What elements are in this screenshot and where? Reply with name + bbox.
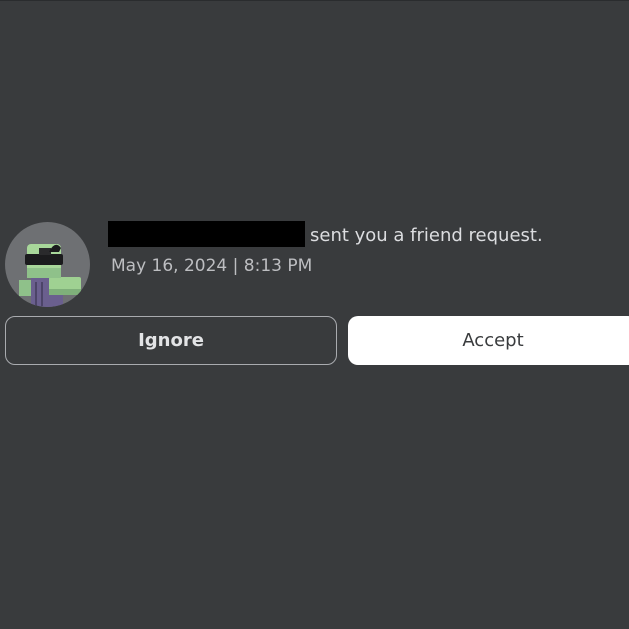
avatar-icon[interactable]	[5, 222, 90, 307]
accept-button[interactable]: Accept	[348, 316, 629, 365]
notification-timestamp: May 16, 2024 | 8:13 PM	[111, 256, 313, 276]
avatar-figure	[19, 244, 81, 307]
friend-request-notification: sent you a friend request. May 16, 2024 …	[0, 0, 629, 629]
notification-message: sent you a friend request.	[310, 225, 543, 246]
ignore-button[interactable]: Ignore	[5, 316, 337, 365]
redacted-username	[108, 221, 305, 247]
